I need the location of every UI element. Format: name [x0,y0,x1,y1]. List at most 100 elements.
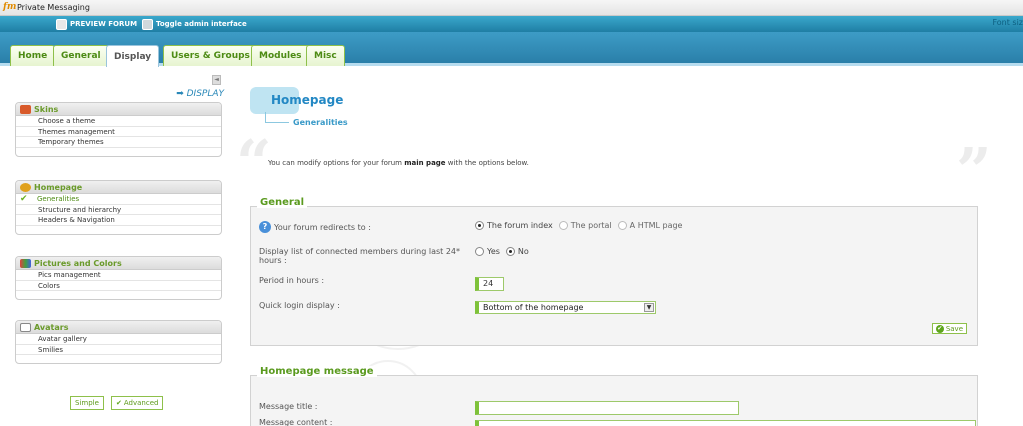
sidebar-item-pics-management[interactable]: Pics management [16,270,221,281]
redirect-options: The forum index The portal A HTML page [475,221,688,230]
font-size-label[interactable]: Font siz [992,18,1023,27]
sidebar-item-label: Generalities [37,195,80,203]
sidebar-section-title: ➡ DISPLAY [176,89,224,99]
sidebar-item-label: Pics management [38,271,101,279]
intro-text-part: with the options below. [445,159,529,167]
radio-portal[interactable]: The portal [558,221,612,230]
help-icon[interactable]: ? [259,221,271,233]
menu-header-avatars: Avatars [16,321,221,334]
preview-forum-label: PREVIEW FORUM [70,20,138,28]
radio-html-page[interactable]: A HTML page [617,221,683,230]
menu-homepage: Homepage ✔ Generalities Structure and hie… [15,180,222,235]
menu-skins: Skins Choose a theme Themes management T… [15,102,222,157]
radio-button[interactable] [558,221,568,230]
advanced-mode-button[interactable]: ✔ Advanced [111,396,164,410]
sidebar-item-choose-theme[interactable]: Choose a theme [16,116,221,127]
radio-button[interactable] [505,247,515,256]
message-title-input[interactable] [475,401,739,415]
radio-button[interactable] [475,247,484,256]
advanced-mode-label: Advanced [123,399,159,407]
pictures-icon [20,258,31,268]
menu-title: Pictures and Colors [34,258,122,268]
menu-footer [16,148,221,156]
sidebar-item-label: Structure and hierarchy [38,205,122,214]
palette-icon [20,104,31,114]
tab-home[interactable]: Home [10,45,56,66]
page-title: Homepage [271,93,344,107]
menu-title: Avatars [34,322,69,332]
sidebar-item-headers-navigation[interactable]: Headers & Navigation [16,215,221,226]
subtitle-connector [265,122,289,123]
sidebar-item-themes-management[interactable]: Themes management [16,127,221,137]
open-quote-icon: “ [236,126,272,199]
sidebar-item-smilies[interactable]: Smilies [16,345,221,355]
connected-options: Yes No [475,247,535,256]
app-logo: fm [3,2,17,12]
radio-no[interactable]: No [505,247,529,256]
sidebar-item-label: Headers & Navigation [38,216,115,224]
collapse-sidebar-icon[interactable]: ◄ [212,75,221,85]
quick-login-select[interactable]: Bottom of the homepage ▼ [475,301,656,314]
tab-display-label: Display [114,51,152,62]
tab-misc-label: Misc [314,51,337,61]
check-icon: ✔ [116,399,122,407]
menu-avatars: Avatars Avatar gallery Smilies [15,320,222,364]
sidebar-item-temporary-themes[interactable]: Temporary themes [16,137,221,148]
message-content-textarea[interactable] [475,420,976,426]
intro-text-part: You can modify options for your forum [268,159,405,167]
redirect-label: ? Your forum redirects to : [259,221,371,233]
radio-label: The forum index [487,221,553,230]
close-quote-icon: ” [956,134,992,207]
tab-users-groups-label: Users & Groups [171,51,250,61]
toggle-admin-button[interactable]: Toggle admin interface [142,18,247,30]
preview-forum-button[interactable]: PREVIEW FORUM [56,18,137,30]
radio-label: No [517,247,529,256]
radio-button[interactable] [617,221,627,230]
tab-modules[interactable]: Modules [251,45,310,66]
message-title-label: Message title : [259,402,318,411]
radio-label: The portal [570,221,612,230]
check-icon: ✔ [935,324,944,333]
tab-modules-label: Modules [259,51,302,61]
homepage-message-legend: Homepage message [257,366,377,377]
period-label: Period in hours : [259,276,325,285]
avatar-icon [20,322,31,332]
tab-general-label: General [61,51,101,61]
main-content: Homepage Generalities “ ” You can modify… [228,70,1023,426]
tab-display[interactable]: Display [106,45,160,67]
tab-general[interactable]: General [53,45,109,66]
sidebar-item-label: Avatar gallery [38,335,87,343]
chevron-down-icon[interactable]: ▼ [644,303,654,312]
quick-login-label: Quick login display : [259,301,340,310]
message-content-label: Message content : [259,418,333,426]
toggle-icon [142,18,153,30]
sidebar-item-colors[interactable]: Colors [16,281,221,291]
admin-toolbar: PREVIEW FORUM Toggle admin interface Fon… [0,16,1023,32]
menu-title: Homepage [34,182,83,192]
radio-button[interactable] [475,221,484,230]
simple-mode-label: Simple [75,399,99,407]
tab-home-label: Home [18,51,48,61]
save-label: Save [945,324,963,333]
menu-footer [16,291,221,299]
radio-label: A HTML page [629,221,683,230]
radio-yes[interactable]: Yes [475,247,500,256]
page-subtitle: Generalities [293,118,348,127]
check-icon: ✔ [20,194,28,204]
tab-misc[interactable]: Misc [306,45,345,66]
preview-icon [56,18,67,30]
menu-title: Skins [34,104,59,114]
tab-users-groups[interactable]: Users & Groups [163,45,258,66]
save-button[interactable]: ✔ Save [931,323,967,334]
main-tabs: Home General Display Users & Groups Modu… [0,32,1023,67]
sidebar-item-label: Themes management [38,127,115,136]
sidebar-item-structure-hierarchy[interactable]: Structure and hierarchy [16,205,221,215]
homepage-message-panel: Homepage message Message title : Message… [250,366,978,426]
intro-text: You can modify options for your forum ma… [268,159,529,167]
simple-mode-button[interactable]: Simple [70,396,104,410]
radio-forum-index[interactable]: The forum index [475,221,553,230]
quick-login-value: Bottom of the homepage [483,303,584,312]
sidebar-item-generalities[interactable]: ✔ Generalities [16,194,221,205]
sidebar-item-avatar-gallery[interactable]: Avatar gallery [16,334,221,345]
period-input[interactable]: 24 [475,277,504,291]
